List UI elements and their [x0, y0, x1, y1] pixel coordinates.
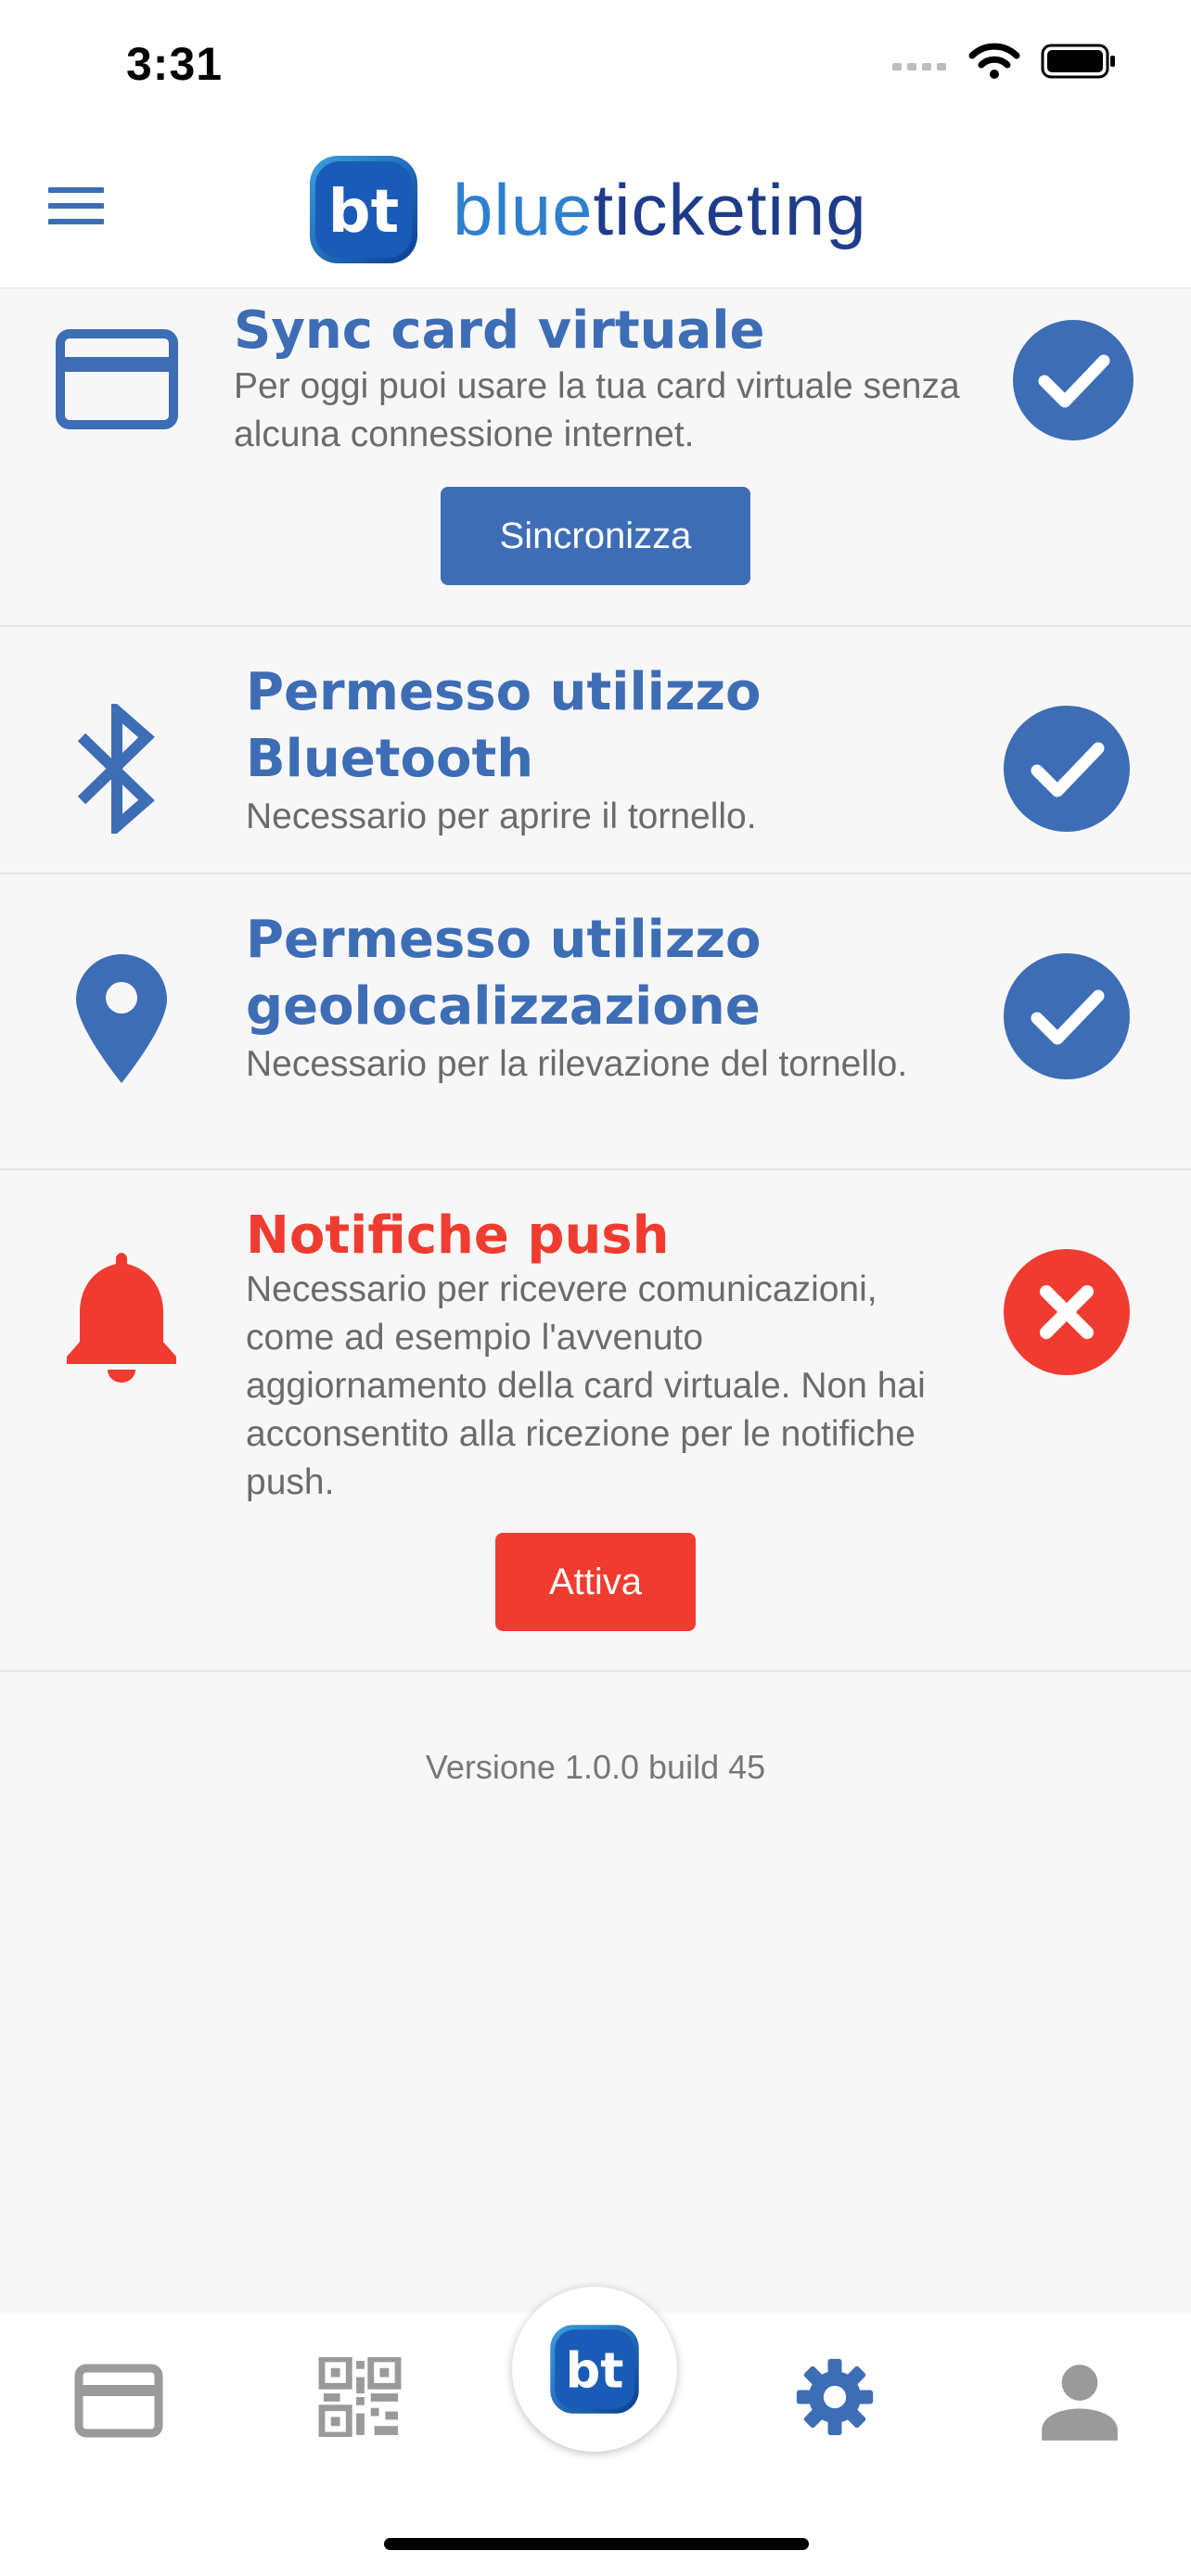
sync-card-row: Sync card virtuale Per oggi puoi usare l…: [0, 288, 1191, 627]
home-indicator: [384, 2538, 809, 2550]
version-label: Versione 1.0.0 build 45: [425, 1748, 766, 1786]
bell-icon: [67, 1253, 176, 1383]
row-title: Notifiche push: [246, 1205, 670, 1266]
status-icons: [892, 43, 1117, 80]
status-error-icon: [1004, 1249, 1130, 1375]
bluetooth-icon: [77, 704, 155, 834]
sync-button[interactable]: Sincronizza: [441, 487, 750, 585]
activate-button[interactable]: Attiva: [495, 1533, 696, 1631]
qr-code-tab-icon[interactable]: [315, 2357, 404, 2437]
row-description: Per oggi puoi usare la tua card virtuale…: [234, 366, 960, 454]
status-check-icon: [1013, 320, 1133, 440]
status-bar: 3:31: [0, 0, 1191, 130]
bt-logo-icon: bt: [310, 156, 417, 263]
credit-card-icon: [56, 329, 178, 429]
row-title: Sync card virtuale: [234, 300, 765, 361]
app-logo: bt blueticketing: [306, 152, 867, 267]
home-logo-button[interactable]: bt: [512, 2287, 677, 2452]
status-time: 3:31: [126, 38, 224, 90]
gear-tab-icon[interactable]: [790, 2357, 879, 2437]
row-title: Permesso utilizzo Bluetooth: [246, 662, 762, 789]
svg-text:bt: bt: [566, 2343, 624, 2400]
logo-wordmark: blueticketing: [453, 168, 867, 250]
row-description: Necessario per la rilevazione del tornel…: [246, 1044, 908, 1084]
signal-icon: [892, 63, 946, 70]
push-notifications-row: Notifiche push Necessario per ricevere c…: [0, 1169, 1191, 1672]
person-tab-icon[interactable]: [1035, 2363, 1124, 2442]
bt-logo-icon: bt: [550, 2325, 639, 2414]
row-description: Necessario per ricevere comunicazioni, c…: [246, 1269, 926, 1502]
row-title: Permesso utilizzo geolocalizzazione: [246, 910, 762, 1037]
card-tab-icon[interactable]: [74, 2361, 163, 2441]
app-header: bt blueticketing: [0, 130, 1191, 288]
status-check-icon: [1004, 953, 1130, 1079]
status-check-icon: [1004, 706, 1130, 832]
hamburger-menu-icon[interactable]: [48, 187, 104, 230]
svg-text:bt: bt: [328, 178, 399, 247]
bluetooth-permission-row: Permesso utilizzo Bluetooth Necessario p…: [0, 626, 1191, 874]
location-pin-icon: [76, 954, 167, 1083]
wifi-icon: [968, 43, 1020, 79]
location-permission-row: Permesso utilizzo geolocalizzazione Nece…: [0, 874, 1191, 1170]
row-description: Necessario per aprire il tornello.: [246, 797, 757, 836]
battery-icon: [1041, 44, 1115, 79]
